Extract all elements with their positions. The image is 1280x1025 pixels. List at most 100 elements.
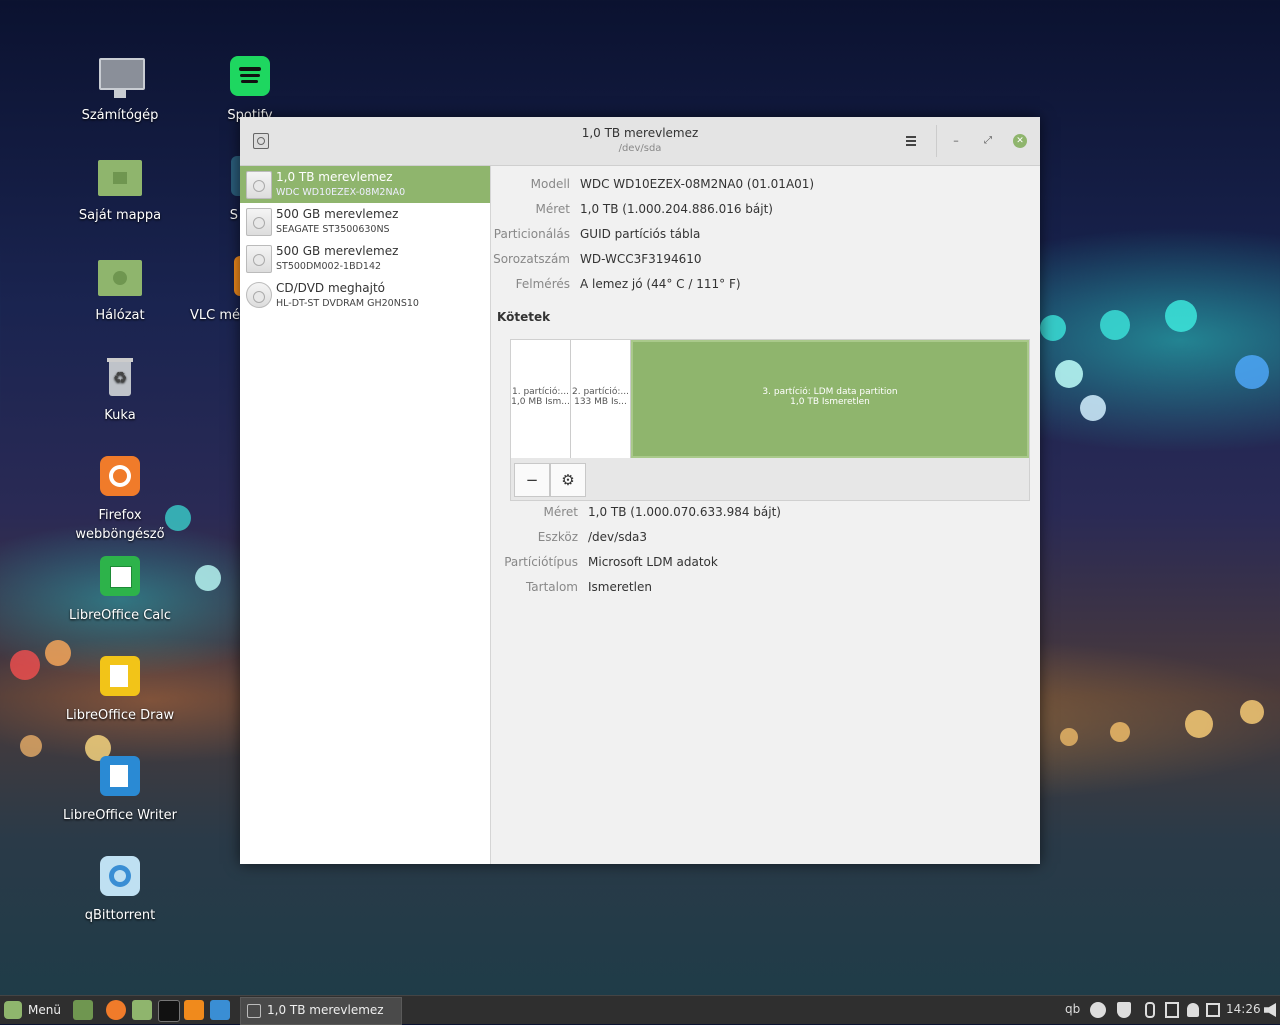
desktop-icon-label: Saját mappa (78, 208, 162, 223)
bluetooth-icon[interactable] (1145, 1002, 1155, 1018)
serial-label: Sorozatszám (493, 252, 570, 266)
titlebar-separator (936, 125, 937, 157)
hard-disk-icon (246, 208, 272, 236)
device-label: Eszköz (537, 530, 578, 544)
desktop-icon-network[interactable]: Hálózat (60, 256, 180, 325)
terminal-icon[interactable] (158, 1000, 180, 1022)
home-folder-icon (97, 156, 143, 202)
model-value: WDC WD10EZEX-08M2NA0 (01.01A01) (580, 177, 815, 191)
partition-label: 3. partíció: LDM data partition (762, 387, 898, 397)
size-label: Méret (535, 202, 571, 216)
clock[interactable]: 14:26 (1226, 1002, 1261, 1016)
computer-icon (97, 56, 145, 102)
desktop-icon-label: qBittorrent (84, 908, 156, 923)
partition-2[interactable]: 2. partíció:... 133 MB Is... (571, 340, 631, 458)
desktop-icon-computer[interactable]: Számítógép (60, 56, 180, 125)
restore-button[interactable]: ⤢ (978, 131, 998, 151)
desktop-icon-spotify[interactable]: Spotify (190, 56, 310, 125)
vlc-icon (190, 256, 240, 302)
desktop-icon-label: LibreOffice Calc (68, 608, 172, 623)
partition-size: 1,0 TB Ismeretlen (790, 397, 870, 407)
network-icon[interactable] (1206, 1003, 1220, 1017)
partition-size-value: 1,0 TB (1.000.070.633.984 bájt) (588, 505, 781, 519)
close-button[interactable]: ✕ (1010, 131, 1030, 151)
desktop-icon-label: Számítógép (81, 108, 159, 123)
drive-name: 1,0 TB merevlemez (276, 170, 393, 184)
volume-icon[interactable] (1264, 1003, 1276, 1017)
task-disks[interactable]: 1,0 TB merevlemez (240, 997, 402, 1025)
user-icon[interactable] (1187, 1003, 1199, 1017)
desktop-icon-label: Hálózat (95, 308, 145, 323)
desktop-icon-label: Kuka (104, 408, 136, 423)
disk-info: Modell WDC WD10EZEX-08M2NA0 (01.01A01) M… (491, 166, 1040, 296)
firefox-icon (97, 456, 143, 502)
files-icon[interactable] (132, 1000, 152, 1020)
clipboard-icon[interactable] (1165, 1002, 1179, 1018)
menu-button[interactable]: Menü (4, 1000, 66, 1020)
assessment-label: Felmérés (515, 277, 570, 291)
drive-model: SEAGATE ST3500630NS (276, 224, 390, 235)
desktop-icon-home[interactable]: Saját mappa (60, 156, 180, 225)
size-value: 1,0 TB (1.000.204.886.016 bájt) (580, 202, 773, 216)
vlc-icon[interactable] (184, 1000, 204, 1020)
partition-label: 2. partíció:... (572, 387, 629, 397)
partition-info: Méret 1,0 TB (1.000.070.633.984 bájt) Es… (491, 501, 1040, 611)
volumes-heading: Kötetek (497, 310, 551, 324)
tray-qb[interactable]: qb (1065, 1002, 1080, 1016)
minimize-button[interactable]: – (946, 131, 966, 151)
firefox-icon[interactable] (106, 1000, 126, 1020)
task-label: 1,0 TB merevlemez (267, 1003, 384, 1017)
close-icon: ✕ (1013, 134, 1027, 148)
desktop-icon-writer[interactable]: LibreOffice Writer (60, 756, 180, 825)
qbittorrent-icon[interactable] (210, 1000, 230, 1020)
drive-model: WDC WD10EZEX-08M2NA0 (276, 187, 406, 198)
desktop-icon-qbittorrent[interactable]: qBittorrent (60, 856, 180, 925)
drive-name: CD/DVD meghajtó (276, 281, 385, 295)
desktop-icon-s[interactable]: S (190, 156, 240, 225)
hard-disk-icon (246, 245, 272, 273)
remove-partition-button[interactable]: − (514, 463, 550, 497)
steam-icon[interactable] (1090, 1002, 1106, 1018)
libreoffice-draw-icon (97, 656, 143, 702)
show-desktop-icon[interactable] (73, 1000, 93, 1020)
gear-icon: ⚙ (561, 471, 575, 489)
trash-icon: ♻ (97, 356, 143, 402)
partition-size: 133 MB Is... (574, 397, 627, 407)
spotify-icon (227, 56, 273, 102)
desktop-icon-label: S (229, 208, 238, 223)
libreoffice-writer-icon (97, 756, 143, 802)
hard-disk-icon (246, 171, 272, 199)
window-titlebar[interactable]: 1,0 TB merevlemez /dev/sda – ⤢ ✕ (240, 117, 1040, 166)
drive-item[interactable]: 500 GB merevlemez ST500DM002-1BD142 (240, 240, 490, 277)
serial-value: WD-WCC3F3194610 (580, 252, 702, 266)
drive-item[interactable]: 500 GB merevlemez SEAGATE ST3500630NS (240, 203, 490, 240)
disks-window: 1,0 TB merevlemez /dev/sda – ⤢ ✕ 1,0 TB … (240, 117, 1040, 864)
desktop-icon-firefox[interactable]: Firefox webböngésző (60, 456, 180, 544)
desktop-icon-trash[interactable]: ♻ Kuka (60, 356, 180, 425)
disks-app-icon (247, 1004, 261, 1018)
partition-1[interactable]: 1. partíció:... 1,0 MB Ism... (511, 340, 571, 458)
drive-item[interactable]: 1,0 TB merevlemez WDC WD10EZEX-08M2NA0 (240, 166, 490, 203)
partition-size: 1,0 MB Ism... (511, 397, 570, 407)
drive-model: ST500DM002-1BD142 (276, 261, 382, 272)
content-value: Ismeretlen (588, 580, 652, 594)
desktop-icon-calc[interactable]: LibreOffice Calc (60, 556, 180, 625)
partition-type-label: Partíciótípus (504, 555, 578, 569)
partition-type-value: Microsoft LDM adatok (588, 555, 718, 569)
desktop-icon-label: Firefox webböngésző (75, 508, 165, 542)
desktop-icon-label: LibreOffice Writer (63, 808, 177, 823)
desktop-icon-label: LibreOffice Draw (65, 708, 175, 723)
desktop-icon-draw[interactable]: LibreOffice Draw (60, 656, 180, 725)
content-label: Tartalom (525, 580, 578, 594)
mint-logo-icon (4, 1001, 22, 1019)
desktop-icon-vlc[interactable]: VLC mé (185, 256, 240, 325)
partition-settings-button[interactable]: ⚙ (550, 463, 586, 497)
partitioning-value: GUID partíciós tábla (580, 227, 701, 241)
drive-item[interactable]: CD/DVD meghajtó HL-DT-ST DVDRAM GH20NS10 (240, 277, 490, 314)
device-value: /dev/sda3 (588, 530, 648, 544)
partition-3[interactable]: 3. partíció: LDM data partition 1,0 TB I… (631, 340, 1029, 458)
libreoffice-calc-icon (97, 556, 143, 602)
app-icon (192, 156, 240, 202)
update-shield-icon[interactable] (1117, 1002, 1131, 1018)
hamburger-menu-icon[interactable] (901, 131, 921, 151)
